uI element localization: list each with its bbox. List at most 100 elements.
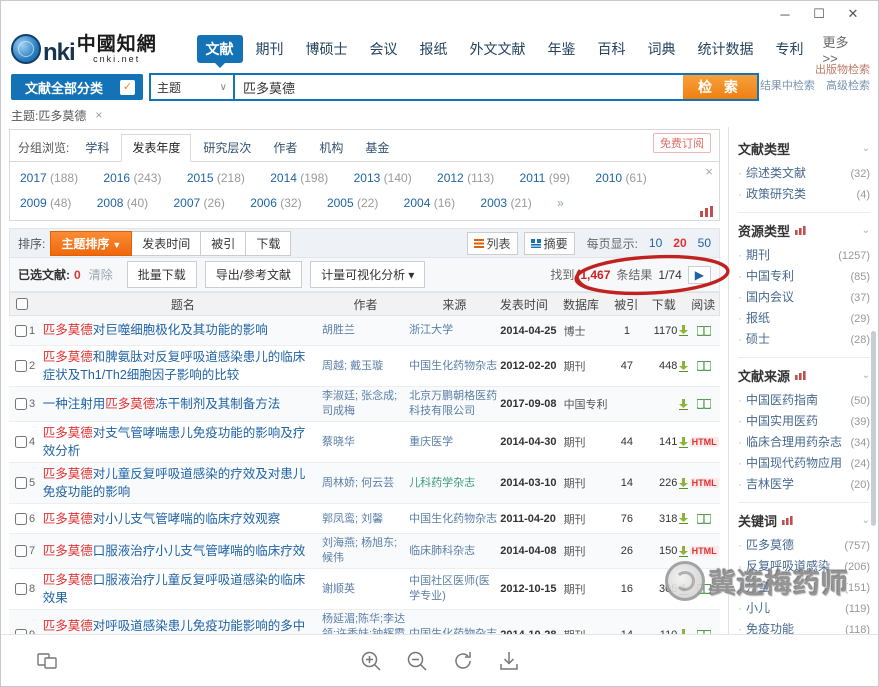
toolbar-button[interactable]: 计量可视化分析 ▾ [310, 261, 425, 288]
filter-link[interactable]: 中国实用医药 [746, 411, 850, 431]
tag-close-icon[interactable]: × [92, 108, 105, 122]
nav-tab[interactable]: 外文文献 [461, 35, 535, 63]
filter-link[interactable]: 中国专利 [746, 266, 850, 286]
read-book-icon[interactable] [697, 399, 711, 409]
free-subscribe-button[interactable]: 免费订阅 [653, 133, 711, 153]
filter-link[interactable]: 吉林医学 [746, 474, 850, 494]
filter-link[interactable]: 中国现代药物应用 [746, 453, 850, 473]
nav-tab[interactable]: 年鉴 [539, 35, 585, 63]
filter-link[interactable]: 硕士 [746, 329, 850, 349]
year-filter-link[interactable]: 2012 (113) [437, 171, 494, 185]
nav-tab[interactable]: 期刊 [247, 35, 293, 63]
authors-link[interactable]: 周越; 戴玉璇 [322, 359, 409, 374]
sort-option[interactable]: 被引 [200, 231, 246, 256]
filter-link[interactable]: 中国医药指南 [746, 390, 850, 410]
search-field-select[interactable]: 主题 ∨ [151, 75, 235, 99]
source-link[interactable]: 中国生化药物杂志 [409, 359, 500, 374]
source-link[interactable]: 重庆医学 [409, 435, 500, 450]
download-icon[interactable] [679, 361, 688, 372]
html-read-badge[interactable]: HTML [690, 437, 719, 447]
authors-link[interactable]: 胡胜兰 [322, 323, 409, 338]
year-filter-link[interactable]: 2016 (243) [103, 171, 161, 185]
year-filter-link[interactable]: 2013 (140) [354, 171, 412, 185]
publication-search-link[interactable]: 出版物检索 [752, 63, 870, 78]
close-button[interactable]: ✕ [836, 6, 870, 22]
result-title-link[interactable]: 匹多莫德对支气管哮喘患儿免疫功能的影响及疗效分析 [43, 424, 322, 460]
result-title-link[interactable]: 匹多莫德对儿童反复呼吸道感染的疗效及对患儿免疫功能的影响 [43, 465, 322, 501]
authors-link[interactable]: 蔡晓华 [322, 435, 409, 450]
read-book-icon[interactable] [697, 361, 711, 371]
row-checkbox[interactable] [15, 513, 27, 525]
cited-count-link[interactable]: 1 [613, 325, 641, 337]
filter-link[interactable]: 小儿 [746, 598, 845, 618]
html-read-badge[interactable]: HTML [690, 546, 719, 556]
row-checkbox[interactable] [15, 436, 27, 448]
sort-option[interactable]: 下载 [245, 231, 291, 256]
download-icon[interactable] [679, 546, 688, 557]
toolbar-button[interactable]: 导出/参考文献 [205, 261, 302, 288]
maximize-button[interactable]: ☐ [802, 6, 836, 22]
nav-tab[interactable]: 会议 [361, 35, 407, 63]
zoom-out-icon[interactable] [406, 650, 428, 672]
bar-chart-icon[interactable] [700, 206, 713, 217]
result-title-link[interactable]: 匹多莫德对巨噬细胞极化及其功能的影响 [43, 321, 322, 339]
group-tab[interactable]: 研究层次 [193, 135, 261, 161]
group-tab[interactable]: 学科 [75, 135, 119, 161]
download-icon[interactable] [679, 584, 688, 595]
year-filter-link[interactable]: 2017 (188) [20, 171, 78, 185]
filter-link[interactable]: 期刊 [746, 245, 838, 265]
nav-tab[interactable]: 专利 [767, 35, 813, 63]
per-page-option[interactable]: 50 [698, 236, 711, 250]
nav-tab[interactable]: 统计数据 [689, 35, 763, 63]
row-checkbox[interactable] [15, 325, 27, 337]
nav-tab[interactable]: 词典 [639, 35, 685, 63]
html-read-badge[interactable]: HTML [690, 478, 719, 488]
row-checkbox[interactable] [15, 583, 27, 595]
select-all-checkbox[interactable] [16, 298, 28, 310]
cited-count-link[interactable]: 47 [613, 360, 641, 372]
scrollbar[interactable] [871, 331, 876, 526]
row-checkbox[interactable] [15, 360, 27, 372]
year-filter-link[interactable]: 2014 (198) [270, 171, 328, 185]
year-filter-link[interactable]: 2008 (40) [97, 196, 148, 210]
cited-count-link[interactable]: 76 [613, 513, 641, 525]
toolbar-button[interactable]: 批量下载 [127, 261, 197, 288]
download-icon[interactable] [498, 650, 520, 672]
chevron-down-icon[interactable]: ⌄ [862, 515, 870, 526]
rotate-icon[interactable] [452, 650, 474, 672]
category-dropdown-button[interactable]: 文献全部分类 ✓ [11, 74, 143, 100]
clear-selection-link[interactable]: 清除 [89, 266, 113, 283]
group-tab[interactable]: 机构 [309, 135, 353, 161]
year-filter-link[interactable]: 2007 (26) [173, 196, 224, 210]
group-tab[interactable]: 作者 [263, 135, 307, 161]
result-title-link[interactable]: 一种注射用匹多莫德冻干制剂及其制备方法 [43, 395, 322, 413]
cited-count-link[interactable]: 16 [613, 583, 641, 595]
abstract-view-toggle[interactable]: 摘要 [524, 232, 575, 255]
zoom-in-icon[interactable] [360, 650, 382, 672]
read-book-icon[interactable] [697, 584, 711, 594]
more-years-link[interactable]: » [557, 196, 564, 210]
download-icon[interactable] [679, 325, 688, 336]
filter-link[interactable]: 儿童 [746, 577, 844, 597]
download-icon[interactable] [679, 513, 688, 524]
filter-link[interactable]: 匹多莫德 [746, 535, 844, 555]
per-page-option[interactable]: 10 [649, 236, 662, 250]
year-filter-link[interactable]: 2006 (32) [250, 196, 301, 210]
sort-option[interactable]: 主题排序▼ [50, 231, 132, 256]
filter-link[interactable]: 报纸 [746, 308, 850, 328]
group-tab[interactable]: 发表年度 [121, 134, 191, 162]
bar-chart-icon[interactable] [782, 516, 793, 525]
result-title-link[interactable]: 匹多莫德对小儿支气管哮喘的临床疗效观察 [43, 510, 322, 528]
filter-link[interactable]: 临床合理用药杂志 [746, 432, 850, 452]
nav-tab[interactable]: 文献 [197, 35, 243, 63]
search-in-results-link[interactable]: 结果中检索 [760, 80, 815, 92]
filter-link[interactable]: 国内会议 [746, 287, 850, 307]
year-filter-link[interactable]: 2010 (61) [595, 171, 646, 185]
result-title-link[interactable]: 匹多莫德和脾氨肽对反复呼吸道感染患儿的临床症状及Th1/Th2细胞因子影响的比较 [43, 348, 322, 384]
year-filter-link[interactable]: 2011 (99) [520, 171, 571, 185]
search-button[interactable]: 检 索 [683, 75, 757, 99]
filter-link[interactable]: 反复呼吸道感染 [746, 556, 844, 576]
bar-chart-icon[interactable] [795, 371, 806, 380]
bar-chart-icon[interactable] [795, 226, 806, 235]
authors-link[interactable]: 谢顺英 [322, 582, 409, 597]
